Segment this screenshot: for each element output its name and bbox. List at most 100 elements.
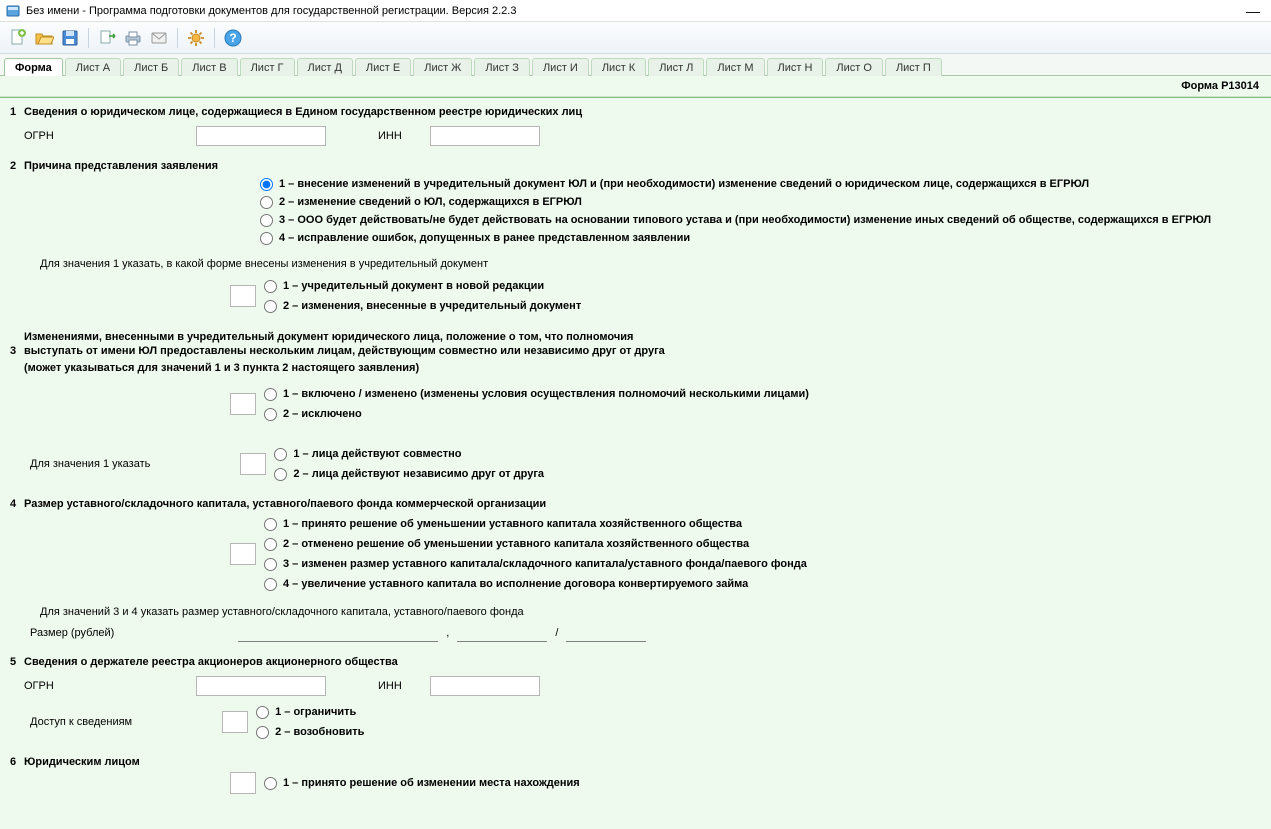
toolbar-separator	[177, 28, 178, 48]
s5-opt2-radio[interactable]	[256, 726, 269, 739]
tab-list-b[interactable]: Лист Б	[123, 58, 179, 76]
section-num: 2	[10, 160, 24, 172]
s4-opt3-text: 3 – изменен размер уставного капитала/ск…	[283, 556, 807, 572]
amount-int-input[interactable]	[238, 624, 438, 642]
section-4: 4 Размер уставного/складочного капитала,…	[10, 498, 1261, 642]
section-2: 2 Причина представления заявления 1 – вн…	[10, 160, 1261, 316]
inn-input[interactable]	[430, 126, 540, 146]
s5-ogrn-input[interactable]	[196, 676, 326, 696]
minimize-button[interactable]: —	[1241, 3, 1265, 19]
ogrn-input[interactable]	[196, 126, 326, 146]
tab-list-l[interactable]: Лист Л	[648, 58, 704, 76]
tab-list-p[interactable]: Лист П	[885, 58, 942, 76]
tab-list-e[interactable]: Лист Е	[355, 58, 411, 76]
section-num: 1	[10, 106, 24, 118]
s2-sub1-opt2-radio[interactable]	[264, 300, 277, 313]
open-button[interactable]	[32, 26, 56, 50]
tab-list-i[interactable]: Лист И	[532, 58, 589, 76]
s2-note1: Для значения 1 указать, в какой форме вн…	[40, 258, 1261, 270]
tab-form[interactable]: Форма	[4, 58, 63, 76]
tab-list-n[interactable]: Лист Н	[767, 58, 824, 76]
tab-list-d[interactable]: Лист Д	[297, 58, 353, 76]
s5-access-label: Доступ к сведениям	[30, 716, 132, 728]
section-6: 6 Юридическим лицом 1 – принято решение …	[10, 756, 1261, 794]
svg-text:?: ?	[229, 31, 236, 45]
s5-opt2-text: 2 – возобновить	[275, 724, 364, 740]
inn-label: ИНН	[378, 680, 418, 692]
s3-sub2-opt2-radio[interactable]	[274, 468, 287, 481]
s3-sub1-opt2-text: 2 – исключено	[283, 406, 362, 422]
tab-list-o[interactable]: Лист О	[825, 58, 883, 76]
s5-inn-input[interactable]	[430, 676, 540, 696]
s2-opt2-text: 2 – изменение сведений о ЮЛ, содержащихс…	[279, 194, 582, 210]
s3-sub2-input[interactable]	[240, 453, 266, 475]
s5-opt1-radio[interactable]	[256, 706, 269, 719]
settings-button[interactable]	[184, 26, 208, 50]
s3-sub2-opt1-radio[interactable]	[274, 448, 287, 461]
form-content: 1 Сведения о юридическом лице, содержащи…	[0, 97, 1271, 829]
tab-list-zh[interactable]: Лист Ж	[413, 58, 472, 76]
section-title: Размер уставного/складочного капитала, у…	[24, 498, 546, 510]
print-button[interactable]	[121, 26, 145, 50]
new-doc-button[interactable]	[6, 26, 30, 50]
amount-frac-input[interactable]	[457, 624, 547, 642]
section-title: Сведения о юридическом лице, содержащиес…	[24, 106, 582, 118]
section-num: 6	[10, 756, 24, 768]
s2-opt1-text: 1 – внесение изменений в учредительный д…	[279, 176, 1089, 192]
s4-opt1-text: 1 – принято решение об уменьшении уставн…	[283, 516, 742, 532]
amount-label: Размер (рублей)	[30, 627, 114, 639]
ogrn-label: ОГРН	[24, 130, 64, 142]
amount-denom-input[interactable]	[566, 624, 646, 642]
s3-line1: Изменениями, внесенными в учредительный …	[24, 330, 1261, 345]
form-id-label: Форма Р13014	[0, 76, 1271, 97]
s3-sub1-opt1-text: 1 – включено / изменено (изменены услови…	[283, 386, 809, 402]
s4-opt4-radio[interactable]	[264, 578, 277, 591]
s2-sub1-opt2-text: 2 – изменения, внесенные в учредительный…	[283, 298, 581, 314]
s2-sub1-opt1-text: 1 – учредительный документ в новой редак…	[283, 278, 544, 294]
amount-sep-comma: ,	[446, 627, 449, 639]
s2-opt3-radio[interactable]	[260, 214, 273, 227]
s3-sub2-opt1-text: 1 – лица действуют совместно	[293, 446, 461, 462]
titlebar: Без имени - Программа подготовки докумен…	[0, 0, 1271, 22]
s3-note2: Для значения 1 указать	[30, 458, 150, 470]
tab-list-k[interactable]: Лист К	[591, 58, 646, 76]
amount-sep-slash: /	[555, 627, 558, 639]
s6-opt1-radio[interactable]	[264, 777, 277, 790]
section-title: Сведения о держателе реестра акционеров …	[24, 656, 398, 668]
section-title: Причина представления заявления	[24, 160, 218, 172]
s3-sub2-opt2-text: 2 – лица действуют независимо друг от др…	[293, 466, 544, 482]
toolbar-separator	[214, 28, 215, 48]
section-num: 5	[10, 656, 24, 668]
s3-line3: (может указываться для значений 1 и 3 пу…	[24, 361, 1261, 376]
s4-input[interactable]	[230, 543, 256, 565]
s3-sub1-opt2-radio[interactable]	[264, 408, 277, 421]
s2-sub1-opt1-radio[interactable]	[264, 280, 277, 293]
s6-opt1-text: 1 – принято решение об изменении места н…	[283, 775, 580, 791]
section-title: Юридическим лицом	[24, 756, 140, 768]
ogrn-label: ОГРН	[24, 680, 64, 692]
s4-opt2-radio[interactable]	[264, 538, 277, 551]
tab-list-m[interactable]: Лист М	[706, 58, 764, 76]
s2-opt1-radio[interactable]	[260, 178, 273, 191]
help-button[interactable]: ?	[221, 26, 245, 50]
tab-list-a[interactable]: Лист А	[65, 58, 121, 76]
tab-list-v[interactable]: Лист В	[181, 58, 237, 76]
mail-button[interactable]	[147, 26, 171, 50]
tab-list-g[interactable]: Лист Г	[240, 58, 295, 76]
s4-opt3-radio[interactable]	[264, 558, 277, 571]
export-button[interactable]	[95, 26, 119, 50]
s6-input[interactable]	[230, 772, 256, 794]
s4-opt1-radio[interactable]	[264, 518, 277, 531]
s2-sub1-input[interactable]	[230, 285, 256, 307]
s3-sub1-opt1-radio[interactable]	[264, 388, 277, 401]
section-3: Изменениями, внесенными в учредительный …	[10, 330, 1261, 484]
s2-opt4-radio[interactable]	[260, 232, 273, 245]
s4-note: Для значений 3 и 4 указать размер уставн…	[40, 606, 1261, 618]
toolbar: ?	[0, 22, 1271, 54]
save-button[interactable]	[58, 26, 82, 50]
s2-opt4-text: 4 – исправление ошибок, допущенных в ран…	[279, 230, 690, 246]
s3-sub1-input[interactable]	[230, 393, 256, 415]
s5-access-input[interactable]	[222, 711, 248, 733]
s2-opt2-radio[interactable]	[260, 196, 273, 209]
tab-list-z[interactable]: Лист З	[474, 58, 530, 76]
